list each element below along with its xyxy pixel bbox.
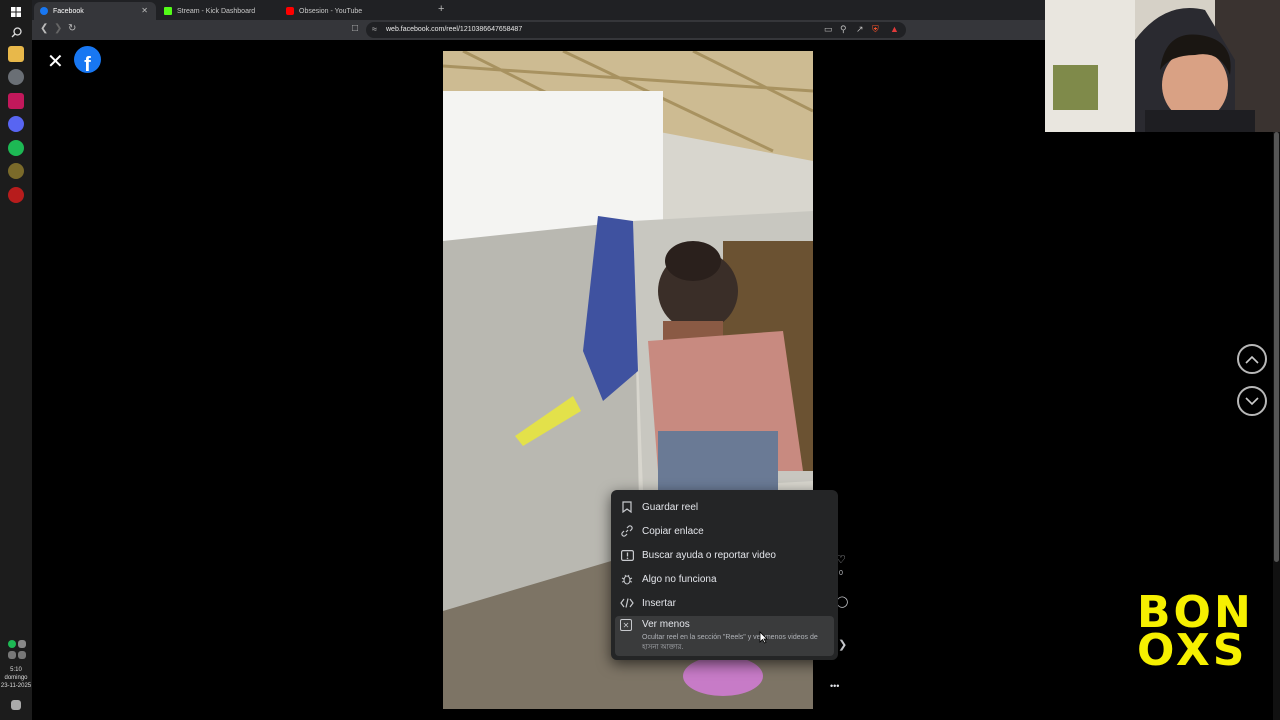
share-icon[interactable]: ↗ [856, 24, 864, 35]
menu-item-see-less[interactable]: ✕ Ver menos Ocultar reel en la sección "… [615, 616, 834, 656]
search-icon[interactable] [8, 24, 24, 40]
more-options-button[interactable]: ••• [830, 681, 839, 691]
close-box-icon: ✕ [620, 619, 632, 631]
like-count: 0 [839, 570, 843, 577]
facebook-logo[interactable]: f [74, 46, 101, 73]
windows-start-icon[interactable] [8, 4, 24, 20]
menu-item-label: Guardar reel [642, 501, 699, 513]
previous-reel-button[interactable] [1237, 344, 1267, 374]
menu-item-embed[interactable]: Insertar [611, 591, 838, 615]
next-reel-button[interactable] [1237, 386, 1267, 416]
clock-day[interactable]: domingo [0, 675, 32, 682]
menu-item-label: Ver menos [642, 619, 690, 630]
link-icon [620, 524, 634, 538]
app-icon[interactable] [8, 93, 24, 109]
browser-tab-strip: Facebook ✕ Stream - Kick Dashboard Obses… [32, 0, 1045, 20]
tray-spotify-icon[interactable] [8, 640, 16, 648]
menu-item-copy-link[interactable]: Copiar enlace [611, 519, 838, 543]
facebook-logo-letter: f [84, 54, 91, 73]
tab-kick-dashboard[interactable]: Stream - Kick Dashboard [158, 2, 278, 20]
menu-item-label: Insertar [642, 597, 676, 609]
zoom-icon[interactable]: ⚲ [840, 24, 847, 35]
bug-icon [620, 572, 634, 586]
tray-network-icon[interactable] [18, 640, 26, 648]
tab-label: Facebook [53, 7, 84, 15]
url-text[interactable]: web.facebook.com/reel/1210386647658487 [386, 26, 522, 33]
logo-line-2: OXS [1137, 625, 1248, 676]
menu-item-something-wrong[interactable]: Algo no funciona [611, 567, 838, 591]
tray-volume-icon[interactable] [8, 651, 16, 659]
bookmark-icon [620, 500, 634, 514]
brave-shield-icon[interactable]: ⛨ [872, 24, 879, 35]
brave-rewards-icon[interactable]: ▲ [890, 24, 899, 34]
reload-icon[interactable]: ↻ [68, 23, 76, 34]
tab-facebook[interactable]: Facebook ✕ [34, 2, 156, 20]
address-bar[interactable]: ≈ web.facebook.com/reel/1210386647658487… [366, 22, 906, 38]
share-arrow-icon[interactable]: ❯ [838, 638, 847, 651]
report-icon [620, 548, 634, 562]
menu-item-label: Buscar ayuda o reportar video [642, 549, 776, 561]
youtube-favicon-icon [286, 7, 294, 15]
site-info-icon[interactable]: ≈ [372, 24, 377, 34]
reel-options-menu: Guardar reel Copiar enlace Buscar ayuda … [611, 490, 838, 660]
forward-icon[interactable]: ❯ [54, 23, 62, 34]
file-explorer-icon[interactable] [8, 46, 24, 62]
app-icon[interactable] [8, 163, 24, 179]
chevron-down-icon [1245, 396, 1259, 405]
notifications-icon[interactable] [11, 700, 21, 710]
bookmark-page-icon[interactable]: □ [352, 23, 358, 34]
tab-youtube[interactable]: Obsesion - YouTube [280, 2, 400, 20]
windows-taskbar: 5:10 domingo 23-11-2025 [0, 0, 32, 720]
tab-label: Obsesion - YouTube [299, 7, 363, 15]
streamer-logo: BON OXS [1137, 591, 1257, 676]
brave-browser-icon[interactable] [8, 69, 24, 85]
close-tab-icon[interactable]: ✕ [141, 6, 148, 15]
back-icon[interactable]: ❮ [40, 23, 48, 34]
cast-icon[interactable]: ▭ [824, 24, 833, 35]
menu-item-report[interactable]: Buscar ayuda o reportar video [611, 543, 838, 567]
mouse-cursor-icon [759, 631, 768, 644]
clock-time[interactable]: 5:10 [0, 667, 32, 674]
tray-discord-icon[interactable] [18, 651, 26, 659]
tab-label: Stream - Kick Dashboard [177, 7, 256, 15]
menu-item-label: Copiar enlace [642, 525, 704, 537]
clock-date[interactable]: 23-11-2025 [0, 683, 32, 690]
scrollbar-thumb[interactable] [1274, 132, 1279, 562]
embed-icon [620, 596, 634, 610]
menu-item-description: Ocultar reel en la sección "Reels" y ver… [642, 634, 818, 651]
spotify-icon[interactable] [8, 140, 24, 156]
menu-item-save-reel[interactable]: Guardar reel [611, 495, 838, 519]
menu-item-label: Algo no funciona [642, 573, 717, 585]
obs-icon[interactable] [8, 187, 24, 203]
discord-icon[interactable] [8, 116, 24, 132]
new-tab-button[interactable]: + [438, 3, 444, 15]
chevron-up-icon [1245, 355, 1259, 364]
webcam-overlay [1045, 0, 1280, 132]
kick-favicon-icon [164, 7, 172, 15]
close-reel-button[interactable]: ✕ [47, 49, 64, 74]
facebook-favicon-icon [40, 7, 48, 15]
